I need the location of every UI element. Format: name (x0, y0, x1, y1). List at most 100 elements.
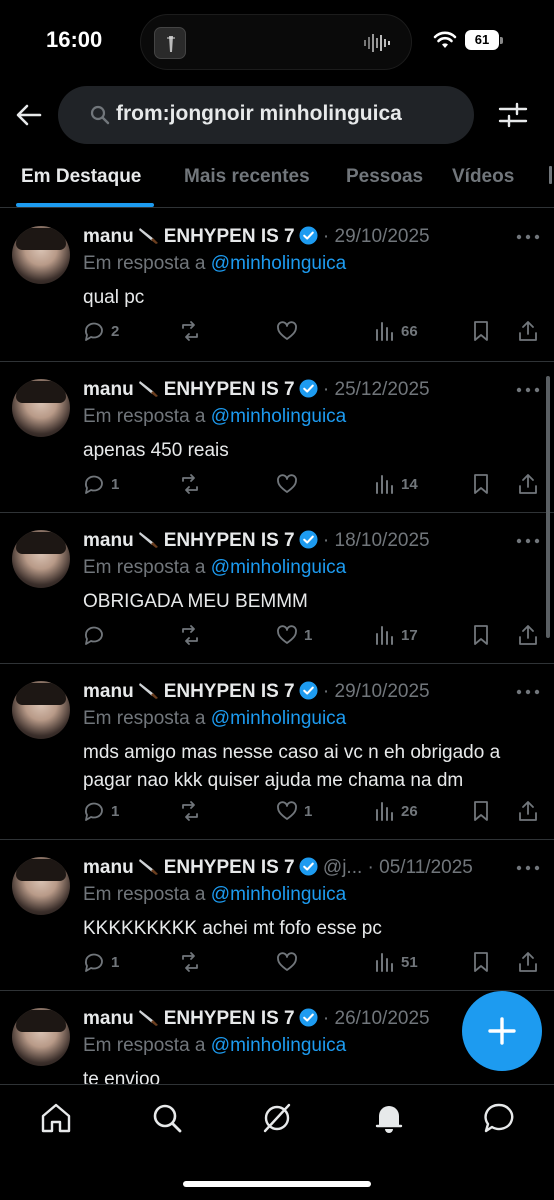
avatar[interactable] (12, 226, 70, 284)
share-button[interactable] (517, 949, 539, 975)
share-icon (519, 321, 537, 341)
views-button[interactable]: 26 (373, 798, 418, 824)
avatar[interactable] (12, 379, 70, 437)
tweet-header: manu ENHYPEN IS 7 · 26/10/2025 (83, 1008, 430, 1029)
search-results-feed[interactable]: manu ENHYPEN IS 7 · 29/10/2025 Em respost… (0, 209, 554, 1085)
tweet-date[interactable]: 05/11/2025 (379, 857, 473, 878)
author-name-suffix[interactable]: ENHYPEN IS 7 (164, 1008, 295, 1029)
views-button[interactable]: 14 (373, 471, 418, 497)
tab-videos[interactable]: Vídeos (452, 166, 514, 188)
avatar[interactable] (12, 530, 70, 588)
tweet[interactable]: manu ENHYPEN IS 7 · 18/10/2025 Em respost… (0, 513, 554, 664)
more-options-icon[interactable] (516, 386, 540, 394)
share-button[interactable] (517, 471, 539, 497)
author-name-suffix[interactable]: ENHYPEN IS 7 (164, 857, 295, 878)
retweet-button[interactable] (179, 798, 207, 824)
share-button[interactable] (517, 798, 539, 824)
reply-handle-link[interactable]: @minholinguica (211, 406, 346, 427)
grok-icon[interactable] (260, 1101, 294, 1135)
reply-handle-link[interactable]: @minholinguica (211, 708, 346, 729)
scrollbar[interactable] (546, 376, 550, 638)
tweet-date[interactable]: 18/10/2025 (335, 530, 430, 551)
retweet-button[interactable] (179, 949, 207, 975)
reply-button[interactable] (83, 622, 111, 648)
reply-icon (84, 475, 103, 494)
author-name-suffix[interactable]: ENHYPEN IS 7 (164, 379, 295, 400)
reply-handle-link[interactable]: @minholinguica (211, 884, 346, 905)
reply-handle-link[interactable]: @minholinguica (211, 253, 346, 274)
bookmark-button[interactable] (470, 622, 492, 648)
tweet-date[interactable]: 25/12/2025 (335, 379, 430, 400)
author-name-suffix[interactable]: ENHYPEN IS 7 (164, 681, 295, 702)
reply-handle-link[interactable]: @minholinguica (211, 1035, 346, 1056)
reply-handle-link[interactable]: @minholinguica (211, 557, 346, 578)
tweet[interactable]: manu ENHYPEN IS 7 · 25/12/2025 Em respost… (0, 362, 554, 513)
views-button[interactable]: 17 (373, 622, 418, 648)
tab-pessoas[interactable]: Pessoas (346, 166, 423, 188)
retweet-button[interactable] (179, 318, 207, 344)
bookmark-button[interactable] (470, 798, 492, 824)
tweet-text: OBRIGADA MEU BEMMM (83, 591, 308, 612)
reply-button[interactable]: 1 (83, 471, 119, 497)
retweet-button[interactable] (179, 471, 207, 497)
retweet-button[interactable] (179, 622, 207, 648)
share-icon (519, 474, 537, 494)
verified-badge-icon (299, 1008, 318, 1027)
tab-em-destaque[interactable]: Em Destaque (21, 166, 141, 188)
more-options-icon[interactable] (516, 688, 540, 696)
back-arrow-icon[interactable] (14, 100, 44, 130)
tweet[interactable]: manu ENHYPEN IS 7 · 29/10/2025 Em respost… (0, 664, 554, 840)
knife-emoji-icon (138, 381, 158, 397)
share-button[interactable] (517, 318, 539, 344)
bookmark-button[interactable] (470, 949, 492, 975)
author-name[interactable]: manu (83, 681, 134, 702)
bookmark-button[interactable] (470, 318, 492, 344)
views-button[interactable]: 51 (373, 949, 418, 975)
tweet-header: manu ENHYPEN IS 7 · 25/12/2025 (83, 379, 430, 400)
notifications-icon[interactable] (372, 1101, 406, 1135)
knife-emoji-icon (138, 683, 158, 699)
home-indicator[interactable] (183, 1181, 371, 1187)
share-button[interactable] (517, 622, 539, 648)
filter-settings-icon[interactable] (498, 100, 528, 130)
avatar[interactable] (12, 1008, 70, 1066)
author-name[interactable]: manu (83, 1008, 134, 1029)
author-handle[interactable]: @j... (323, 857, 362, 878)
tweet-date[interactable]: 29/10/2025 (335, 681, 430, 702)
verified-badge-icon (299, 681, 318, 700)
reply-button[interactable]: 1 (83, 798, 119, 824)
search-icon[interactable] (150, 1101, 184, 1135)
author-name[interactable]: manu (83, 379, 134, 400)
avatar[interactable] (12, 681, 70, 739)
author-name[interactable]: manu (83, 857, 134, 878)
author-name-suffix[interactable]: ENHYPEN IS 7 (164, 226, 295, 247)
tweet-date[interactable]: 26/10/2025 (335, 1008, 430, 1029)
home-icon[interactable] (39, 1101, 73, 1135)
status-time: 16:00 (46, 27, 103, 52)
avatar[interactable] (12, 857, 70, 915)
reply-button[interactable]: 2 (83, 318, 119, 344)
more-options-icon[interactable] (516, 537, 540, 545)
like-button[interactable] (276, 318, 304, 344)
like-button[interactable] (276, 471, 304, 497)
like-button[interactable]: 1 (276, 622, 312, 648)
tab-mais-recentes[interactable]: Mais recentes (184, 166, 310, 188)
messages-icon[interactable] (482, 1101, 516, 1135)
author-name[interactable]: manu (83, 530, 134, 551)
tweet-date[interactable]: 29/10/2025 (335, 226, 430, 247)
tweet[interactable]: manu ENHYPEN IS 7 · 29/10/2025 Em respost… (0, 209, 554, 362)
bookmark-button[interactable] (470, 471, 492, 497)
author-name[interactable]: manu (83, 226, 134, 247)
like-button[interactable] (276, 949, 304, 975)
like-button[interactable]: 1 (276, 798, 312, 824)
more-options-icon[interactable] (516, 864, 540, 872)
search-input[interactable]: from:jongnoir minholinguica (58, 86, 474, 144)
more-options-icon[interactable] (516, 233, 540, 241)
reply-button[interactable]: 1 (83, 949, 119, 975)
compose-button[interactable] (462, 991, 542, 1071)
views-button[interactable]: 66 (373, 318, 418, 344)
tweet[interactable]: manu ENHYPEN IS 7 @j... · 05/11/2025 Em r… (0, 840, 554, 991)
author-name-suffix[interactable]: ENHYPEN IS 7 (164, 530, 295, 551)
tab-overflow[interactable] (549, 166, 554, 186)
reply-count: 1 (111, 953, 120, 971)
